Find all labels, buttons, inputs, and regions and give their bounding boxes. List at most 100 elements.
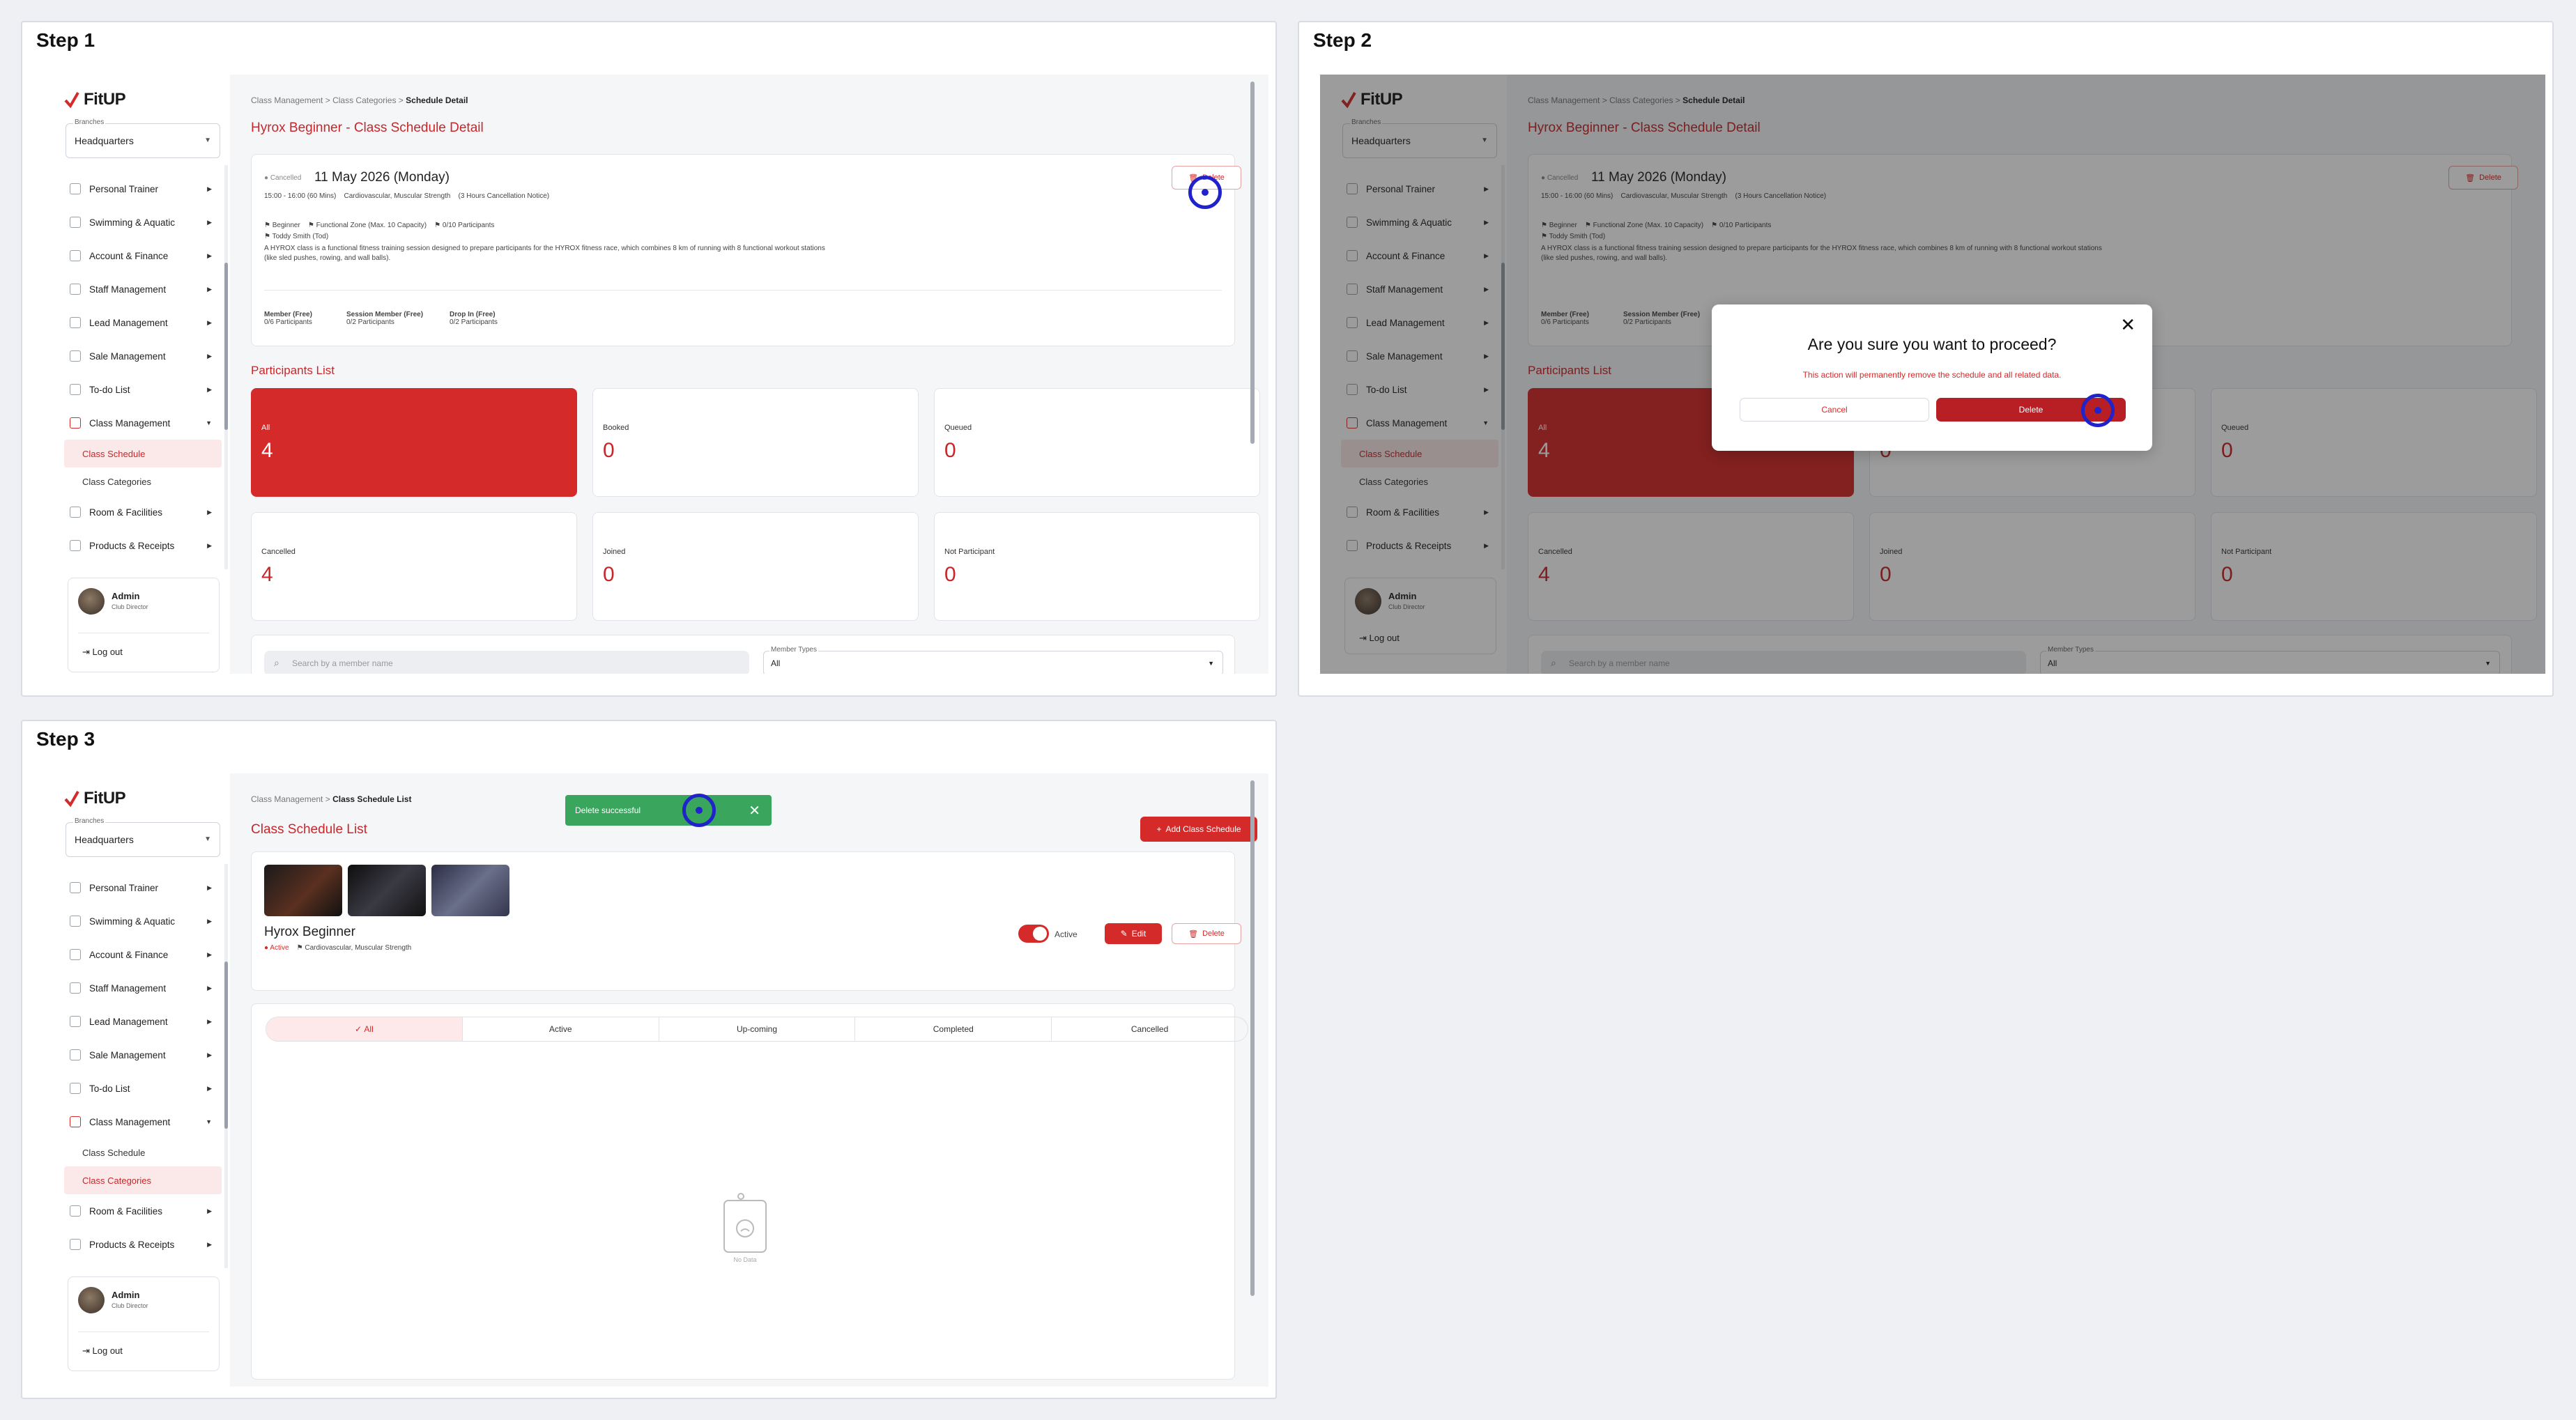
room-icon	[70, 1205, 81, 1217]
sidebar-item-account[interactable]: Account & Finance ▶	[64, 239, 222, 272]
sidebar-item-products[interactable]: Products & Receipts ▶	[64, 1228, 222, 1261]
sidebar-sub-class-schedule[interactable]: Class Schedule	[64, 440, 222, 468]
sidebar-item-label: Staff Management	[89, 284, 167, 295]
chevron-right-icon: ▶	[207, 917, 212, 925]
search-input[interactable]: ⌕ Search by a member name	[264, 651, 749, 674]
click-marker-icon	[1188, 176, 1222, 209]
toast-message: Delete successful	[575, 805, 641, 815]
tab-completed[interactable]: Completed	[855, 1017, 1052, 1041]
sidebar-item-label: Products & Receipts	[89, 1239, 175, 1250]
add-class-schedule-button[interactable]: + Add Class Schedule	[1140, 817, 1257, 842]
breadcrumb-item[interactable]: Class Management	[251, 794, 323, 804]
stat-card-cancelled[interactable]: Cancelled 4	[251, 512, 577, 621]
sidebar-item-staff[interactable]: Staff Management ▶	[64, 971, 222, 1005]
sidebar-item-swimming[interactable]: Swimming & Aquatic ▶	[64, 904, 222, 938]
search-icon: ⌕	[274, 657, 279, 668]
class-category: Cardiovascular, Muscular Strength	[305, 944, 412, 952]
sidebar-item-staff[interactable]: Staff Management ▶	[64, 272, 222, 306]
sidebar-scrollbar[interactable]	[224, 864, 228, 1268]
logo: FitUP	[64, 90, 126, 109]
logout-button[interactable]: ⇥ Log out	[82, 647, 123, 658]
quota-label: Drop In (Free)	[450, 311, 496, 318]
toggle-label: Active	[1055, 929, 1078, 939]
stat-card-not-participant[interactable]: Not Participant 0	[934, 512, 1260, 621]
class-image[interactable]	[348, 865, 426, 916]
stat-card-all[interactable]: All 4	[251, 388, 577, 497]
edit-button[interactable]: ✎ Edit	[1105, 923, 1162, 944]
quota-dropin: Drop In (Free) 0/2 Participants	[450, 311, 498, 326]
sale-icon	[70, 1049, 81, 1060]
sidebar-item-swimming[interactable]: Swimming & Aquatic ▶	[64, 206, 222, 239]
sidebar-item-account[interactable]: Account & Finance ▶	[64, 938, 222, 971]
tab-active[interactable]: Active	[463, 1017, 659, 1041]
tab-upcoming[interactable]: Up-coming	[659, 1017, 856, 1041]
branch-select[interactable]: Branches Headquarters ▼	[66, 118, 220, 158]
stat-card-booked[interactable]: Booked 0	[592, 388, 919, 497]
step-3-panel: Step 3 FitUP Branches Headquarters ▼ Per…	[21, 720, 1277, 1399]
sidebar-item-sale[interactable]: Sale Management ▶	[64, 339, 222, 373]
delete-button[interactable]: 🗑 Delete	[1172, 923, 1241, 944]
branch-select[interactable]: Branches Headquarters ▼	[66, 817, 220, 857]
chevron-right-icon: ▶	[207, 252, 212, 259]
chevron-right-icon: ▶	[207, 984, 212, 991]
sidebar-item-label: Swimming & Aquatic	[89, 217, 176, 228]
member-types-select[interactable]: Member Types All ▼	[763, 646, 1223, 674]
schedule-description: A HYROX class is a functional fitness tr…	[264, 245, 825, 262]
stat-value: 0	[944, 439, 956, 462]
close-icon[interactable]: ✕	[2120, 314, 2136, 336]
receipt-icon	[70, 540, 81, 551]
breadcrumb-item[interactable]: Class Categories	[332, 95, 396, 105]
logout-button[interactable]: ⇥ Log out	[82, 1345, 123, 1357]
sidebar-item-products[interactable]: Products & Receipts ▶	[64, 529, 222, 562]
sidebar-item-room[interactable]: Room & Facilities ▶	[64, 1194, 222, 1228]
dumbbell-icon	[70, 183, 81, 194]
sidebar-item-lead[interactable]: Lead Management ▶	[64, 1005, 222, 1038]
stat-card-queued[interactable]: Queued 0	[934, 388, 1260, 497]
sidebar-item-todo[interactable]: To-do List ▶	[64, 1072, 222, 1105]
chevron-down-icon: ▼	[206, 1118, 212, 1125]
sidebar-sub-class-schedule[interactable]: Class Schedule	[64, 1139, 222, 1166]
logout-label: Log out	[92, 1345, 123, 1356]
schedule-tags: ⚑ Beginner ⚑ Functional Zone (Max. 10 Ca…	[264, 222, 495, 229]
breadcrumb-item[interactable]: Class Management	[251, 95, 323, 105]
sidebar-nav: Personal Trainer ▶ Swimming & Aquatic ▶ Ac…	[64, 172, 222, 562]
button-label: Edit	[1131, 929, 1147, 939]
sidebar-scrollbar[interactable]	[224, 165, 228, 569]
tab-label: All	[364, 1024, 374, 1034]
close-icon[interactable]: ✕	[749, 802, 760, 819]
active-toggle[interactable]	[1018, 925, 1049, 943]
status-tabs: ✓ All Active Up-coming Completed Cancell…	[266, 1017, 1248, 1042]
confirm-dialog: ✕ Are you sure you want to proceed? This…	[1712, 304, 2152, 451]
sidebar-item-label: Personal Trainer	[89, 183, 159, 194]
sidebar: FitUP Branches Headquarters ▼ Personal T…	[43, 773, 230, 1387]
main-scrollbar[interactable]	[1250, 773, 1255, 1387]
status-badge: ● Active	[264, 944, 289, 952]
user-role: Club Director	[112, 603, 148, 610]
sidebar-item-personal-trainer[interactable]: Personal Trainer ▶	[64, 871, 222, 904]
main-scrollbar[interactable]	[1250, 75, 1255, 674]
sidebar-item-label: Products & Receipts	[89, 540, 175, 551]
swim-icon	[70, 217, 81, 228]
lead-icon	[70, 1016, 81, 1027]
sidebar-item-personal-trainer[interactable]: Personal Trainer ▶	[64, 172, 222, 206]
class-name: Hyrox Beginner	[264, 925, 355, 939]
sidebar-sub-class-categories[interactable]: Class Categories	[64, 1166, 222, 1194]
sidebar-sub-class-categories[interactable]: Class Categories	[64, 468, 222, 495]
class-image[interactable]	[431, 865, 509, 916]
sidebar-item-todo[interactable]: To-do List ▶	[64, 373, 222, 406]
sidebar-item-lead[interactable]: Lead Management ▶	[64, 306, 222, 339]
cancel-button[interactable]: Cancel	[1740, 398, 1929, 422]
chevron-right-icon: ▶	[207, 218, 212, 226]
click-marker-icon	[682, 794, 716, 827]
sidebar-item-sale[interactable]: Sale Management ▶	[64, 1038, 222, 1072]
sidebar-item-class-management[interactable]: Class Management ▼	[64, 1105, 222, 1139]
stat-card-joined[interactable]: Joined 0	[592, 512, 919, 621]
success-toast: Delete successful ✕	[565, 794, 772, 827]
sidebar-item-class-management[interactable]: Class Management ▼	[64, 406, 222, 440]
stat-label: Not Participant	[944, 548, 995, 556]
tab-cancelled[interactable]: Cancelled	[1052, 1017, 1248, 1041]
pencil-icon: ✎	[1120, 929, 1128, 939]
tab-all[interactable]: ✓ All	[266, 1017, 463, 1041]
sidebar-item-room[interactable]: Room & Facilities ▶	[64, 495, 222, 529]
class-image[interactable]	[264, 865, 342, 916]
